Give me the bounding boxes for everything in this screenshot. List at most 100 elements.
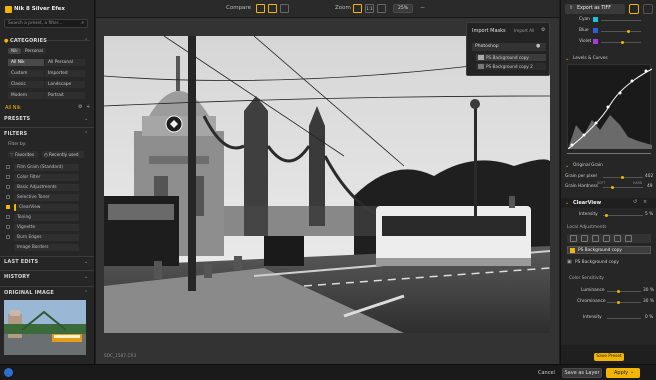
chevron-down-icon[interactable]: ⌄ [565,163,569,169]
account-icon[interactable] [4,368,13,377]
filter-burn-edges[interactable]: Burn Edges [14,234,79,241]
actual-size-icon[interactable]: 1:1 [365,4,374,13]
gear-icon[interactable]: ⚙ [78,104,82,110]
filter-clearview[interactable]: ClearView [14,204,79,211]
chevron-up-icon[interactable]: ⌃ [84,131,88,137]
category-landscape[interactable]: Landscape [45,81,85,88]
zoom-value-field[interactable]: 25% [393,4,413,13]
blue-swatch[interactable] [593,28,598,33]
filter-film-grain[interactable]: Film Grain (Standard) [14,164,79,171]
photoshop-group[interactable]: Photoshop [472,43,546,51]
control-point-icon[interactable] [581,235,588,242]
gear-icon[interactable]: ⚙ [541,27,545,33]
last-edits-title[interactable]: LAST EDITS [4,259,38,265]
zoom-out-icon[interactable]: − [420,4,425,11]
grain-title[interactable]: Original Grain [573,163,603,168]
category-imported[interactable]: Imported [45,70,85,77]
filter-vignette[interactable]: Vignette [14,224,79,231]
filter-checkbox[interactable] [6,235,10,239]
chevron-down-icon[interactable]: ⌄ [84,116,88,122]
blue-slider-knob[interactable] [627,30,630,33]
filter-image-borders[interactable]: Image Borders [14,244,79,251]
original-image-title[interactable]: ORIGINAL IMAGE [4,290,54,296]
category-portrait[interactable]: Portrait [45,92,85,99]
side-by-side-icon[interactable] [268,4,277,13]
luminance-slider[interactable] [607,291,641,292]
mask-tool-icon[interactable] [614,235,621,242]
luminance-knob[interactable] [617,290,620,293]
filter-color-filter[interactable]: Color Filter [14,174,79,181]
clearview-header[interactable]: ⌄ ClearView ↺ × [561,198,656,208]
filter-checkbox[interactable] [6,185,10,189]
import-all-button[interactable]: Import All [514,28,534,33]
main-image[interactable] [104,36,550,333]
zoom-tool-icon[interactable] [377,4,386,13]
mask-selected-item[interactable]: PS Background copy [567,246,651,254]
filter-toning[interactable]: Toning [14,214,79,221]
mask-intensity-slider[interactable] [607,318,641,319]
filter-checkbox[interactable] [6,225,10,229]
add-icon[interactable]: + [86,104,90,110]
brush-tool-icon[interactable] [570,235,577,242]
chrominance-knob[interactable] [617,301,620,304]
fit-view-icon[interactable] [353,4,362,13]
filters-title[interactable]: FILTERS [4,131,27,137]
filter-checkbox-checked[interactable] [6,205,10,209]
export-dropdown[interactable]: ⇪ Export as TIFF [565,4,625,14]
tab-personal[interactable]: Personal [22,48,46,54]
search-input[interactable]: Search a preset, a filter... ⌕ [4,19,88,28]
chevron-down-icon[interactable]: ⌄ [630,369,634,375]
recently-used-button[interactable]: ◷ Recently used [42,151,84,158]
reset-icon[interactable]: ↺ [633,199,637,205]
mask-layer-item[interactable]: PS Background copy [476,54,546,61]
category-all-nik[interactable]: All Nik [8,59,44,66]
filter-checkbox[interactable] [6,165,10,169]
category-modern[interactable]: Modern [8,92,44,99]
chevron-down-icon[interactable]: ⌄ [84,274,88,280]
clearview-intensity-slider[interactable] [603,215,643,216]
settings-button[interactable] [629,4,639,14]
mask-layer-item[interactable]: PS Background copy 2 [476,63,546,70]
filter-checkbox[interactable] [6,195,10,199]
grain-hardness-slider[interactable] [603,187,643,188]
chevron-up-icon[interactable]: ⌃ [84,38,88,44]
tab-nik[interactable]: Nik [8,48,21,54]
clearview-intensity-knob[interactable] [605,214,608,217]
levels-curves-title[interactable]: Levels & Curves [573,56,608,61]
violet-swatch[interactable] [593,39,598,44]
category-all-personal[interactable]: All Personal [45,59,85,66]
grain-per-pixel-knob[interactable] [621,176,624,179]
chevron-up-icon[interactable]: ⌃ [84,290,88,296]
grain-hardness-knob[interactable] [611,186,614,189]
history-title[interactable]: HISTORY [4,274,30,280]
help-button[interactable] [643,4,653,14]
cyan-slider[interactable] [601,20,641,21]
presets-title[interactable]: PRESETS [4,116,30,122]
chrominance-slider[interactable] [607,302,641,303]
category-custom[interactable]: Custom [8,70,44,77]
split-view-icon[interactable] [256,4,265,13]
filter-checkbox[interactable] [6,215,10,219]
chevron-down-icon[interactable]: ⌄ [565,56,569,62]
save-as-layer-button[interactable]: Save as Layer [562,368,602,378]
filter-checkbox[interactable] [6,175,10,179]
visibility-icon[interactable]: ● [536,43,540,49]
save-preset-button[interactable]: Save Preset [594,353,624,361]
gradient-tool-icon[interactable] [592,235,599,242]
cancel-button[interactable]: Cancel [538,370,555,376]
chevron-down-icon[interactable]: ⌄ [84,259,88,265]
filter-basic-adjustments[interactable]: Basic Adjustments [14,184,79,191]
apply-button[interactable]: Apply [606,368,640,378]
levels-slider[interactable] [567,153,651,154]
category-classic[interactable]: Classic [8,81,44,88]
compare-original-icon[interactable] [280,4,289,13]
delete-icon[interactable]: × [643,199,647,205]
collection-label[interactable]: All Nik [5,105,21,111]
curves-graph[interactable] [567,64,653,150]
eraser-tool-icon[interactable] [625,235,632,242]
violet-slider-knob[interactable] [621,41,624,44]
cyan-swatch[interactable] [593,17,598,22]
filter-selective-toner[interactable]: Selective Toner [14,194,79,201]
favorites-button[interactable]: ♡ Favorites [8,151,38,158]
radial-tool-icon[interactable] [603,235,610,242]
